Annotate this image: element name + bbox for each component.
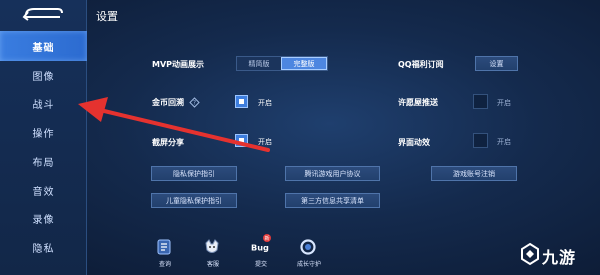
growth-guard-button[interactable]: 成长守护 [289, 238, 329, 272]
customer-service-icon [203, 238, 221, 256]
bug-report-label: 提交 [254, 261, 267, 268]
sidebar-item-graphics[interactable]: 图像 [0, 60, 87, 90]
user-agreement-button[interactable]: 腾讯游戏用户协议 [285, 166, 380, 181]
watermark-logo-icon [521, 242, 539, 266]
watermark-text: 九游 [542, 248, 577, 267]
ui-effects-checkbox[interactable] [473, 133, 488, 148]
sidebar-item-battle[interactable]: 战斗 [0, 88, 87, 118]
sidebar-item-controls[interactable]: 操作 [0, 117, 87, 147]
svg-text:?: ? [193, 100, 196, 107]
mvp-option-simple[interactable]: 精简版 [237, 57, 281, 70]
customer-service-label: 客服 [206, 261, 219, 268]
screenshot-share-checkbox[interactable] [235, 134, 248, 147]
query-label: 查询 [158, 261, 171, 268]
new-badge: 新 [263, 234, 271, 242]
wish-push-checkbox[interactable] [473, 94, 488, 109]
child-privacy-button[interactable]: 儿童隐私保护指引 [151, 193, 237, 208]
mvp-animation-label: MVP动画展示 [152, 60, 205, 69]
watermark: 九游 [520, 240, 598, 270]
sidebar-item-label: 隐私 [32, 243, 55, 255]
sidebar-item-layout[interactable]: 布局 [0, 146, 87, 176]
coin-recycle-checkbox[interactable] [235, 95, 248, 108]
customer-service-button[interactable]: 客服 [193, 238, 233, 272]
sidebar-item-basic[interactable]: 基础 [0, 31, 87, 61]
growth-guard-icon [299, 238, 317, 256]
sidebar-item-label: 音效 [32, 186, 55, 198]
ui-effects-state: 开启 [497, 138, 511, 146]
query-icon [155, 238, 173, 256]
qq-welfare-settings-button[interactable]: 设置 [475, 56, 518, 71]
screenshot-share-state: 开启 [258, 138, 272, 146]
sidebar-item-label: 录像 [32, 214, 55, 226]
mvp-animation-segmented: 精简版 完整版 [236, 56, 328, 71]
privacy-guide-button[interactable]: 隐私保护指引 [151, 166, 237, 181]
back-icon[interactable] [20, 5, 64, 23]
qq-welfare-label: QQ福利订阅 [398, 60, 444, 69]
third-party-list-button[interactable]: 第三方信息共享清单 [285, 193, 380, 208]
account-cancel-button[interactable]: 游戏账号注销 [431, 166, 517, 181]
sidebar-item-label: 图像 [32, 71, 55, 83]
growth-guard-label: 成长守护 [296, 261, 321, 268]
sidebar-item-label: 操作 [32, 128, 55, 140]
wish-push-state: 开启 [497, 99, 511, 107]
help-icon[interactable]: ? [189, 97, 200, 108]
mvp-option-full[interactable]: 完整版 [281, 57, 327, 70]
svg-text:Bug: Bug [251, 242, 269, 252]
sidebar-item-label: 布局 [32, 157, 55, 169]
page-title: 设置 [96, 10, 118, 23]
sidebar-item-replay[interactable]: 录像 [0, 203, 87, 233]
ui-effects-label: 界面动效 [398, 138, 430, 147]
screenshot-share-label: 截屏分享 [152, 138, 184, 147]
sidebar-item-label: 战斗 [32, 99, 55, 111]
coin-recycle-state: 开启 [258, 99, 272, 107]
coin-recycle-label: 金币回溯 [152, 98, 184, 107]
sidebar-item-label: 基础 [32, 42, 55, 54]
bug-report-button[interactable]: Bug 新 提交 [241, 234, 281, 272]
query-button[interactable]: 查询 [145, 238, 185, 272]
sidebar-item-privacy[interactable]: 隐私 [0, 232, 87, 262]
wish-push-label: 许愿屋推送 [398, 98, 438, 107]
sidebar: 基础 图像 战斗 操作 布局 音效 录像 隐私 [0, 0, 87, 275]
sidebar-item-audio[interactable]: 音效 [0, 175, 87, 205]
